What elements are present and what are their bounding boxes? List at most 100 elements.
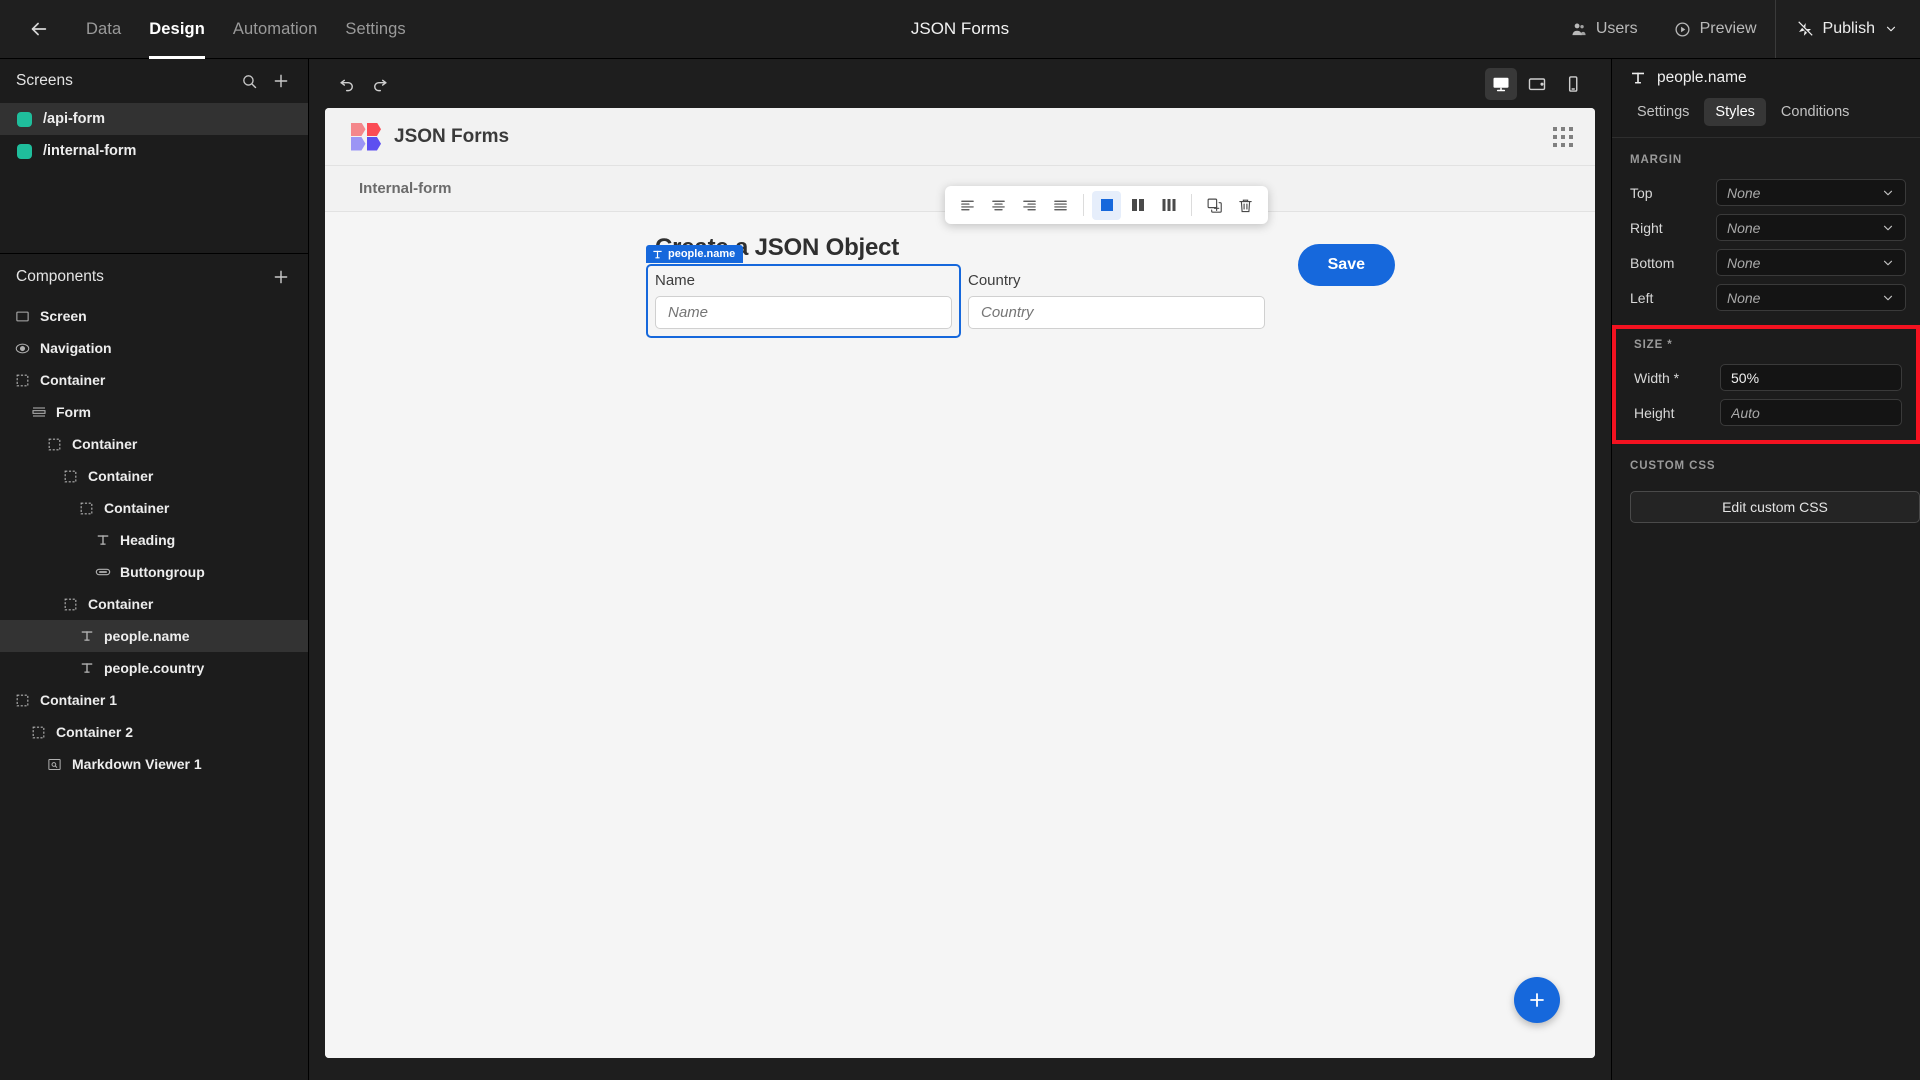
tree-item-navigation[interactable]: Navigation — [0, 332, 308, 364]
text-icon — [94, 532, 111, 549]
tree-item-markdown-viewer-1[interactable]: Markdown Viewer 1 — [0, 748, 308, 780]
search-icon[interactable] — [241, 73, 258, 90]
publish-button[interactable]: Publish — [1776, 0, 1920, 58]
chevron-down-icon — [1881, 186, 1895, 200]
selection-badge-label: people.name — [668, 248, 736, 260]
screen-item-api-form[interactable]: /api-form — [0, 103, 308, 135]
size-section-title: SIZE * — [1634, 339, 1673, 351]
device-desktop-icon[interactable] — [1485, 67, 1517, 100]
screens-list: /api-form /internal-form — [0, 103, 308, 173]
container-icon — [62, 596, 79, 613]
tree-item-screen[interactable]: Screen — [0, 300, 308, 332]
tree-item-container[interactable]: Container — [0, 428, 308, 460]
margin-bottom-select[interactable]: None — [1716, 249, 1906, 276]
add-component-icon[interactable] — [272, 268, 290, 286]
field-name[interactable]: people.name Name — [646, 245, 961, 338]
tree-item-container-1[interactable]: Container 1 — [0, 684, 308, 716]
tree-item-heading[interactable]: Heading — [0, 524, 308, 556]
text-icon — [78, 660, 95, 677]
tree-item-people-name[interactable]: people.name — [0, 620, 308, 652]
duplicate-icon[interactable] — [1200, 191, 1229, 220]
top-bar: Data Design Automation Settings JSON For… — [0, 0, 1920, 59]
tab-conditions[interactable]: Conditions — [1770, 98, 1861, 126]
container-icon — [14, 692, 31, 709]
delete-icon[interactable] — [1231, 191, 1260, 220]
nav-tab-label: Automation — [232, 19, 318, 38]
columns-two-icon[interactable] — [1123, 191, 1152, 220]
undo-icon[interactable] — [331, 68, 363, 100]
components-header: Components — [0, 254, 308, 300]
tree-item-label: Buttongroup — [120, 564, 205, 580]
element-toolbar — [945, 186, 1268, 224]
margin-left-label: Left — [1630, 289, 1654, 306]
app-nav-bar: JSON Forms — [325, 108, 1595, 166]
margin-bottom-label: Bottom — [1630, 254, 1675, 271]
selected-component-header: people.name — [1612, 59, 1920, 96]
nav-tab-design[interactable]: Design — [135, 0, 219, 59]
height-field[interactable] — [1720, 399, 1902, 426]
back-icon[interactable] — [22, 12, 56, 46]
margin-bottom-row: Bottom None — [1612, 245, 1920, 280]
device-tablet-icon[interactable] — [1521, 68, 1553, 100]
screen-item-internal-form[interactable]: /internal-form — [0, 135, 308, 167]
align-justify-icon[interactable] — [1046, 191, 1075, 220]
publish-icon — [1796, 20, 1814, 38]
tree-item-container[interactable]: Container — [0, 492, 308, 524]
width-label: Width * — [1634, 369, 1680, 386]
name-input[interactable] — [655, 296, 952, 329]
tree-item-people-country[interactable]: people.country — [0, 652, 308, 684]
country-input[interactable] — [968, 296, 1265, 329]
tree-item-label: Heading — [120, 532, 176, 548]
align-left-icon[interactable] — [953, 191, 982, 220]
edit-custom-css-button[interactable]: Edit custom CSS — [1630, 491, 1920, 523]
save-button[interactable]: Save — [1297, 244, 1395, 286]
tab-styles[interactable]: Styles — [1704, 98, 1766, 126]
tree-item-container[interactable]: Container — [0, 364, 308, 396]
margin-left-value: None — [1727, 289, 1761, 306]
margin-bottom-value: None — [1727, 254, 1761, 271]
tree-item-label: Container 2 — [56, 724, 134, 740]
tree-item-label: Screen — [40, 308, 87, 324]
margin-left-row: Left None — [1612, 280, 1920, 315]
nav-tab-settings[interactable]: Settings — [331, 0, 419, 59]
text-icon — [652, 249, 663, 260]
tree-item-buttongroup[interactable]: Buttongroup — [0, 556, 308, 588]
size-section-highlight: SIZE * Width * Height — [1612, 325, 1920, 444]
margin-left-select[interactable]: None — [1716, 284, 1906, 311]
grid-menu-icon[interactable] — [1553, 126, 1573, 147]
selected-component-name: people.name — [1657, 68, 1747, 86]
nav-tab-data[interactable]: Data — [72, 0, 135, 59]
margin-top-select[interactable]: None — [1716, 179, 1906, 206]
users-button[interactable]: Users — [1552, 0, 1656, 58]
status-dot — [17, 143, 32, 159]
align-right-icon[interactable] — [1015, 191, 1044, 220]
columns-three-icon[interactable] — [1154, 191, 1183, 220]
width-row: Width * — [1616, 360, 1916, 395]
text-icon — [78, 628, 95, 645]
columns-one-icon[interactable] — [1092, 190, 1121, 220]
tree-item-container-2[interactable]: Container 2 — [0, 716, 308, 748]
nav-tab-automation[interactable]: Automation — [219, 0, 331, 59]
width-field[interactable] — [1720, 364, 1902, 391]
preview-button[interactable]: Preview — [1656, 0, 1775, 58]
tree-item-form[interactable]: Form — [0, 396, 308, 428]
add-component-fab[interactable] — [1514, 977, 1560, 1023]
text-icon — [1630, 70, 1646, 86]
json-forms-logo-icon — [351, 122, 381, 151]
tree-item-container[interactable]: Container — [0, 460, 308, 492]
redo-icon[interactable] — [363, 68, 395, 100]
height-input[interactable] — [1731, 404, 1891, 421]
field-country[interactable]: Country — [968, 272, 1265, 329]
users-label: Users — [1595, 20, 1638, 37]
margin-right-select[interactable]: None — [1716, 214, 1906, 241]
container-icon — [46, 436, 63, 453]
device-mobile-icon[interactable] — [1557, 68, 1589, 100]
app-root: Data Design Automation Settings JSON For… — [0, 0, 1920, 1080]
tab-settings[interactable]: Settings — [1626, 98, 1700, 126]
align-center-icon[interactable] — [984, 191, 1013, 220]
tree-item-container[interactable]: Container — [0, 588, 308, 620]
width-input[interactable] — [1731, 369, 1891, 386]
add-screen-icon[interactable] — [272, 72, 290, 90]
nav-tab-label: Settings — [345, 19, 406, 38]
chevron-down-icon — [1881, 221, 1895, 235]
